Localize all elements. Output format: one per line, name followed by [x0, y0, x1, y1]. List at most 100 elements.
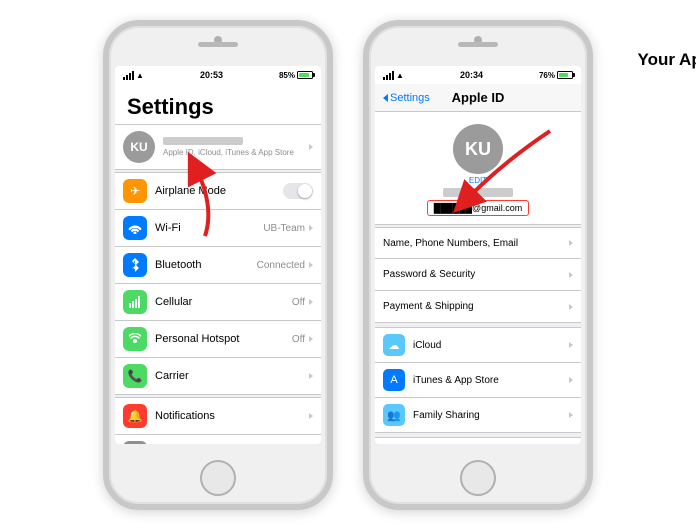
password-chevron: [569, 272, 573, 278]
battery-icon-left: [297, 71, 313, 79]
airplane-toggle[interactable]: [283, 183, 313, 199]
battery-pct-right: 76%: [539, 71, 555, 80]
status-bar-left: ▲ 20:53 85%: [115, 66, 321, 84]
carrier-chevron: [309, 373, 313, 379]
carrier-icon: 📞: [123, 364, 147, 388]
wifi-chevron: [309, 225, 313, 231]
apple-id-screen: KU EDIT ██████@gmail.com Name, Phone Num…: [375, 112, 581, 444]
hotspot-icon: [123, 327, 147, 351]
cellular-value: Off: [292, 297, 305, 308]
nav-bar-right: Settings Apple ID: [375, 84, 581, 112]
profile-edit[interactable]: EDIT: [469, 176, 487, 185]
airplane-icon: ✈: [123, 179, 147, 203]
battery-pct-left: 85%: [279, 71, 295, 80]
bluetooth-label: Bluetooth: [155, 259, 257, 271]
name-phone-item[interactable]: Name, Phone Numbers, Email: [375, 227, 581, 259]
avatar-left: KU: [123, 131, 155, 163]
section-notifications: 🔔 Notifications Control Center: [115, 397, 321, 444]
control-center-item[interactable]: Control Center: [115, 435, 321, 444]
family-item[interactable]: 👥 Family Sharing: [375, 398, 581, 433]
bar1: [123, 77, 125, 80]
wifi-value: UB-Team: [263, 223, 305, 234]
wifi-content: Wi-Fi: [155, 222, 263, 234]
phone-right-container: Your Apple ID ▲ 20:34 76%: [363, 20, 593, 510]
wifi-setting-icon: [123, 216, 147, 240]
icloud-label: iCloud: [413, 340, 569, 351]
carrier-label: Carrier: [155, 370, 309, 382]
notifications-label: Notifications: [155, 410, 309, 422]
appleid-content: Apple ID, iCloud, iTunes & App Store: [163, 137, 309, 157]
bar1r: [383, 77, 385, 80]
family-icon: 👥: [383, 404, 405, 426]
carrier-item[interactable]: 📞 Carrier: [115, 358, 321, 395]
home-button-right[interactable]: [460, 460, 496, 496]
wifi-label: Wi-Fi: [155, 222, 263, 234]
appleid-chevron: [309, 144, 313, 150]
bluetooth-chevron: [309, 262, 313, 268]
cellular-icon: [123, 290, 147, 314]
bar2r: [386, 75, 388, 80]
icloud-item[interactable]: ☁ iCloud: [375, 327, 581, 363]
devices-section: 📱 iPhone This iPhone 6s 🔒 UnlockBoot 6: [375, 437, 581, 444]
speaker-right: [458, 42, 498, 47]
annotation-label: Your Apple ID: [638, 50, 696, 70]
bluetooth-item[interactable]: Bluetooth Connected: [115, 247, 321, 284]
airplane-content: Airplane Mode: [155, 185, 283, 197]
airplane-item[interactable]: ✈ Airplane Mode: [115, 172, 321, 210]
wifi-icon-right: ▲: [396, 71, 404, 80]
hotspot-item[interactable]: Personal Hotspot Off: [115, 321, 321, 358]
password-security-label: Password & Security: [383, 269, 569, 280]
notifications-item[interactable]: 🔔 Notifications: [115, 397, 321, 435]
password-security-item[interactable]: Password & Security: [375, 259, 581, 291]
hotspot-value: Off: [292, 334, 305, 345]
bar4r: [392, 71, 394, 80]
hotspot-content: Personal Hotspot: [155, 333, 292, 345]
cellular-label: Cellular: [155, 296, 292, 308]
hotspot-label: Personal Hotspot: [155, 333, 292, 345]
cellular-chevron: [309, 299, 313, 305]
iphone-device-item[interactable]: 📱 iPhone This iPhone 6s: [375, 437, 581, 444]
notifications-content: Notifications: [155, 410, 309, 422]
hotspot-chevron: [309, 336, 313, 342]
wifi-item[interactable]: Wi-Fi UB-Team: [115, 210, 321, 247]
battery-fill-left: [299, 73, 309, 77]
bluetooth-icon: [123, 253, 147, 277]
bluetooth-content: Bluetooth: [155, 259, 257, 271]
bar3: [129, 73, 131, 80]
screen-right: ▲ 20:34 76% Settings Apple ID: [375, 66, 581, 444]
family-chevron: [569, 412, 573, 418]
nav-back[interactable]: Settings: [383, 92, 430, 104]
payment-shipping-item[interactable]: Payment & Shipping: [375, 291, 581, 323]
appleid-name-blur: [163, 137, 243, 145]
payment-shipping-label: Payment & Shipping: [383, 301, 569, 312]
cellular-content: Cellular: [155, 296, 292, 308]
profile-name-blur: [443, 188, 513, 197]
control-center-icon: [123, 441, 147, 444]
bar2: [126, 75, 128, 80]
nav-back-label: Settings: [390, 92, 430, 104]
family-label: Family Sharing: [413, 410, 569, 421]
settings-header: Settings: [115, 84, 321, 124]
toggle-knob: [298, 184, 312, 198]
signal-bars-right: [383, 71, 394, 80]
status-right-right: 76%: [539, 71, 573, 80]
profile-avatar: KU: [453, 124, 503, 174]
cellular-item[interactable]: Cellular Off: [115, 284, 321, 321]
time-right: 20:34: [460, 70, 483, 80]
home-button-left[interactable]: [200, 460, 236, 496]
ai-menu-section: Name, Phone Numbers, Email Password & Se…: [375, 227, 581, 323]
appleid-sublabel: Apple ID, iCloud, iTunes & App Store: [163, 148, 309, 157]
icloud-chevron: [569, 342, 573, 348]
icloud-icon: ☁: [383, 334, 405, 356]
screen-left: ▲ 20:53 85% Settings KU Apple ID, iCloud…: [115, 66, 321, 444]
status-left: ▲: [123, 71, 144, 80]
wifi-icon: ▲: [136, 71, 144, 80]
signal-bars: [123, 71, 134, 80]
phone-left: ▲ 20:53 85% Settings KU Apple ID, iCloud…: [103, 20, 333, 510]
itunes-item[interactable]: A iTunes & App Store: [375, 363, 581, 398]
itunes-label: iTunes & App Store: [413, 375, 569, 386]
itunes-icon: A: [383, 369, 405, 391]
itunes-chevron: [569, 377, 573, 383]
appleid-item[interactable]: KU Apple ID, iCloud, iTunes & App Store: [115, 124, 321, 170]
payment-chevron: [569, 304, 573, 310]
